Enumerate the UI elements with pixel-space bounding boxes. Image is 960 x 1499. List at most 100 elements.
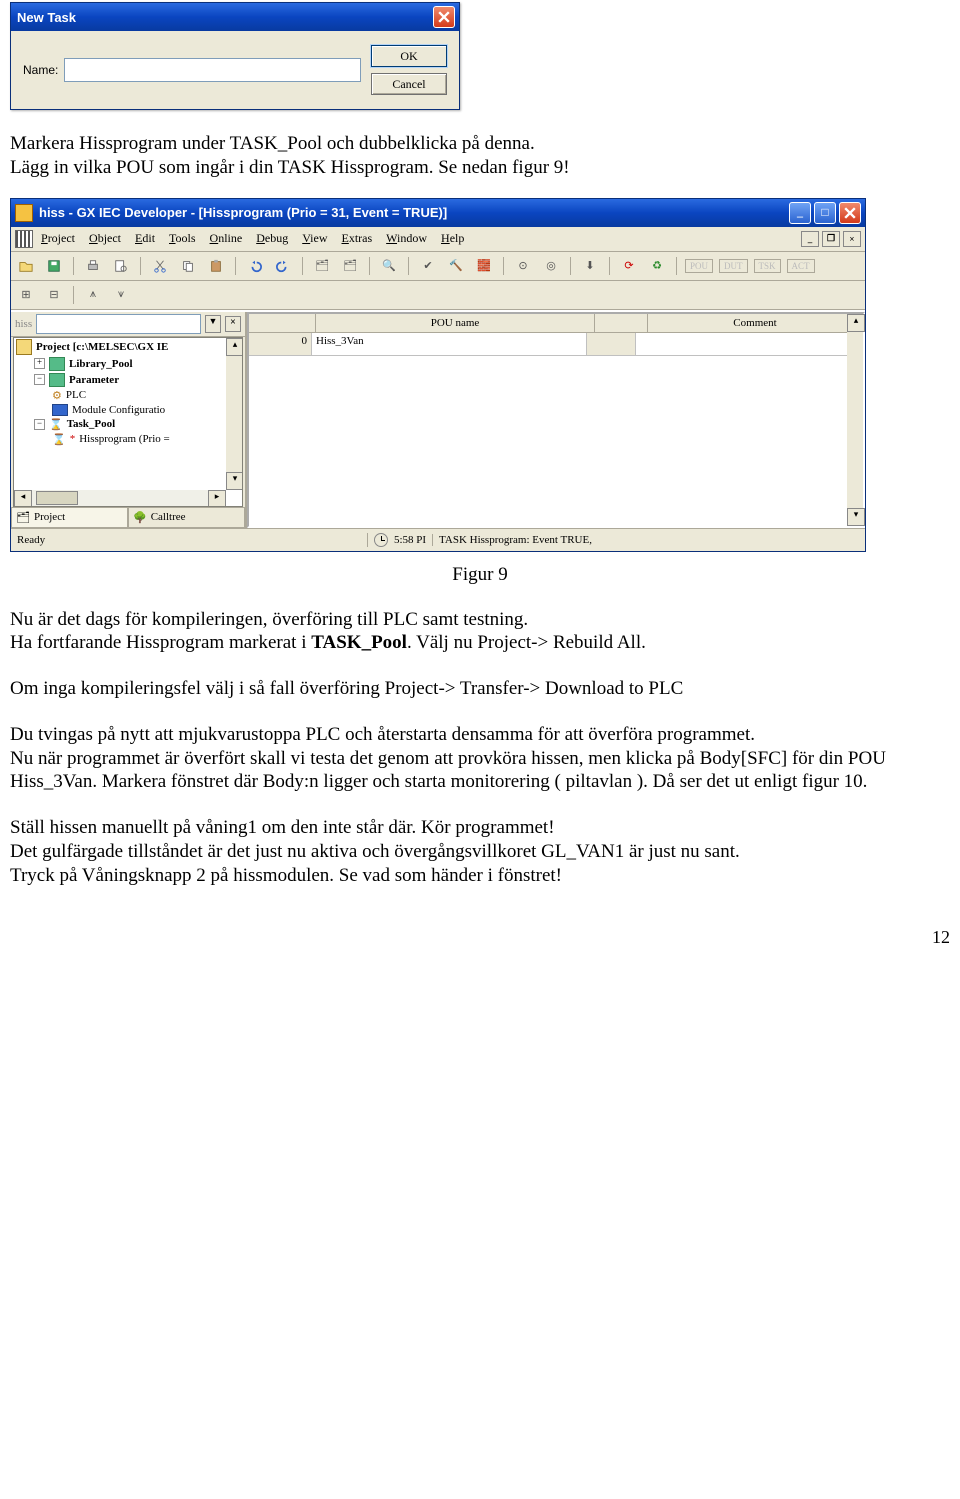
tree-hscroll[interactable]: ◂ ▸ — [14, 490, 226, 506]
figure-caption: Figur 9 — [10, 564, 950, 586]
combo-dropdown-icon[interactable]: ▼ — [205, 315, 221, 333]
sidebar: hiss ▼ × Project [c:\MELSEC\GX IE + Libr… — [11, 312, 247, 528]
menu-extras[interactable]: Extras — [342, 231, 373, 246]
paragraph: Markera Hissprogram under TASK_Pool och … — [10, 132, 950, 180]
col-pou-name[interactable]: POU name — [316, 314, 595, 332]
collapse-icon[interactable]: − — [34, 419, 45, 430]
tree-node-module[interactable]: Module Configuratio — [14, 403, 242, 417]
print-preview-icon[interactable] — [110, 255, 132, 277]
recycle-icon[interactable]: ♻ — [646, 255, 668, 277]
tree-vscroll[interactable]: ▴ ▾ — [226, 338, 242, 490]
tree-node-project[interactable]: Project [c:\MELSEC\GX IE — [14, 338, 242, 356]
target-icon[interactable]: ◎ — [540, 255, 562, 277]
save-icon[interactable] — [43, 255, 65, 277]
expand-icon[interactable]: + — [34, 358, 45, 369]
tree-node-taskpool[interactable]: − ⌛ Task_Pool — [14, 417, 242, 432]
menu-project[interactable]: Project — [41, 231, 75, 246]
print-icon[interactable] — [82, 255, 104, 277]
scroll-down-icon[interactable]: ▾ — [847, 508, 865, 526]
check-icon[interactable]: ✔ — [417, 255, 439, 277]
grid-corner[interactable] — [249, 314, 316, 332]
minimize-button[interactable]: _ — [789, 202, 811, 224]
name-input[interactable] — [64, 58, 361, 82]
find-icon[interactable]: 🔍 — [378, 255, 400, 277]
dialog-titlebar[interactable]: New Task — [11, 3, 459, 31]
cell-pou-name[interactable]: Hiss_3Van — [312, 333, 587, 355]
scroll-up-icon[interactable]: ▴ — [226, 338, 243, 356]
mdi-close[interactable]: × — [843, 231, 861, 247]
tree-node-plc[interactable]: ⚙ PLC — [14, 388, 242, 403]
project-selector[interactable] — [36, 314, 201, 334]
stb-1-icon[interactable]: ⊞ — [15, 284, 37, 306]
tree-node-parameter[interactable]: − Parameter — [14, 372, 242, 388]
menu-online[interactable]: Online — [210, 231, 243, 246]
grid-vscroll[interactable]: ▴ ▾ — [847, 314, 863, 526]
ok-button[interactable]: OK — [371, 45, 447, 67]
project-tree[interactable]: Project [c:\MELSEC\GX IE + Library_Pool … — [13, 337, 243, 507]
tree-node-library[interactable]: + Library_Pool — [14, 356, 242, 372]
page-number: 12 — [10, 927, 950, 948]
mdi-minimize[interactable]: _ — [801, 231, 819, 247]
status-task: TASK Hissprogram: Event TRUE, — [432, 534, 865, 546]
col-comment[interactable]: Comment — [648, 314, 863, 332]
refresh-icon[interactable]: ⟳ — [618, 255, 640, 277]
cut-icon[interactable] — [149, 255, 171, 277]
open-icon[interactable] — [15, 255, 37, 277]
scroll-right-icon[interactable]: ▸ — [208, 490, 226, 507]
tab-calltree[interactable]: 🌳 Calltree — [128, 508, 245, 528]
app-icon — [15, 204, 33, 222]
tool-a-icon[interactable]: 🗂 — [311, 255, 333, 277]
project-tab-icon: 🗂 — [16, 511, 30, 524]
task-icon: ⌛ — [49, 418, 63, 431]
collapse-icon[interactable]: − — [34, 374, 45, 385]
stb-3-icon[interactable]: ⩚ — [82, 284, 104, 306]
lib-icon — [49, 357, 65, 371]
build-icon[interactable]: 🔨 — [445, 255, 467, 277]
menu-view[interactable]: View — [302, 231, 327, 246]
scroll-down-icon[interactable]: ▾ — [226, 472, 243, 490]
download-icon[interactable]: ⬇ — [579, 255, 601, 277]
rebuild-icon[interactable]: 🧱 — [473, 255, 495, 277]
scroll-up-icon[interactable]: ▴ — [847, 314, 865, 332]
label-dut[interactable]: DUT — [719, 259, 748, 273]
app-titlebar[interactable]: hiss - GX IEC Developer - [Hissprogram (… — [11, 199, 865, 227]
undo-icon[interactable] — [244, 255, 266, 277]
menu-object[interactable]: Object — [89, 231, 121, 246]
monitor-icon[interactable]: ⊙ — [512, 255, 534, 277]
scroll-left-icon[interactable]: ◂ — [14, 490, 32, 507]
close-button[interactable] — [839, 202, 861, 224]
menu-debug[interactable]: Debug — [256, 231, 288, 246]
stb-2-icon[interactable]: ⊟ — [43, 284, 65, 306]
maximize-button[interactable]: □ — [814, 202, 836, 224]
clock-icon — [374, 533, 388, 547]
mdi-icon[interactable] — [15, 230, 33, 248]
stb-4-icon[interactable]: ⩛ — [110, 284, 132, 306]
label-act[interactable]: ACT — [787, 259, 815, 273]
panel-close-icon[interactable]: × — [225, 316, 241, 332]
toolbar-main: 🗂 🗂 🔍 ✔ 🔨 🧱 ⊙ ◎ ⬇ ⟳ ♻ POU DUT TSK ACT — [11, 252, 865, 281]
tool-b-icon[interactable]: 🗂 — [339, 255, 361, 277]
close-icon[interactable] — [433, 6, 455, 28]
menu-edit[interactable]: Edit — [135, 231, 155, 246]
col-spacer — [595, 314, 648, 332]
table-row[interactable]: 0 Hiss_3Van — [249, 333, 863, 356]
mdi-restore[interactable]: ❐ — [822, 231, 840, 247]
paste-icon[interactable] — [205, 255, 227, 277]
task-icon: ⌛ — [52, 433, 66, 446]
app-title-text: hiss - GX IEC Developer - [Hissprogram (… — [39, 205, 447, 220]
menu-help[interactable]: Help — [441, 231, 464, 246]
copy-icon[interactable] — [177, 255, 199, 277]
menu-tools[interactable]: Tools — [169, 231, 196, 246]
tab-project[interactable]: 🗂 Project — [11, 508, 128, 528]
label-tsk[interactable]: TSK — [754, 259, 781, 273]
param-icon — [49, 373, 65, 387]
menu-window[interactable]: Window — [386, 231, 427, 246]
cancel-button[interactable]: Cancel — [371, 73, 447, 95]
redo-icon[interactable] — [272, 255, 294, 277]
cell-comment[interactable] — [636, 333, 863, 355]
label-pou[interactable]: POU — [685, 259, 713, 273]
task-grid[interactable]: POU name Comment 0 Hiss_3Van ▴ ▾ — [247, 312, 865, 528]
tree-node-hissprogram[interactable]: ⌛* Hissprogram (Prio = — [14, 432, 242, 447]
menubar: Project Object Edit Tools Online Debug V… — [41, 231, 801, 246]
folder-icon — [16, 339, 32, 355]
